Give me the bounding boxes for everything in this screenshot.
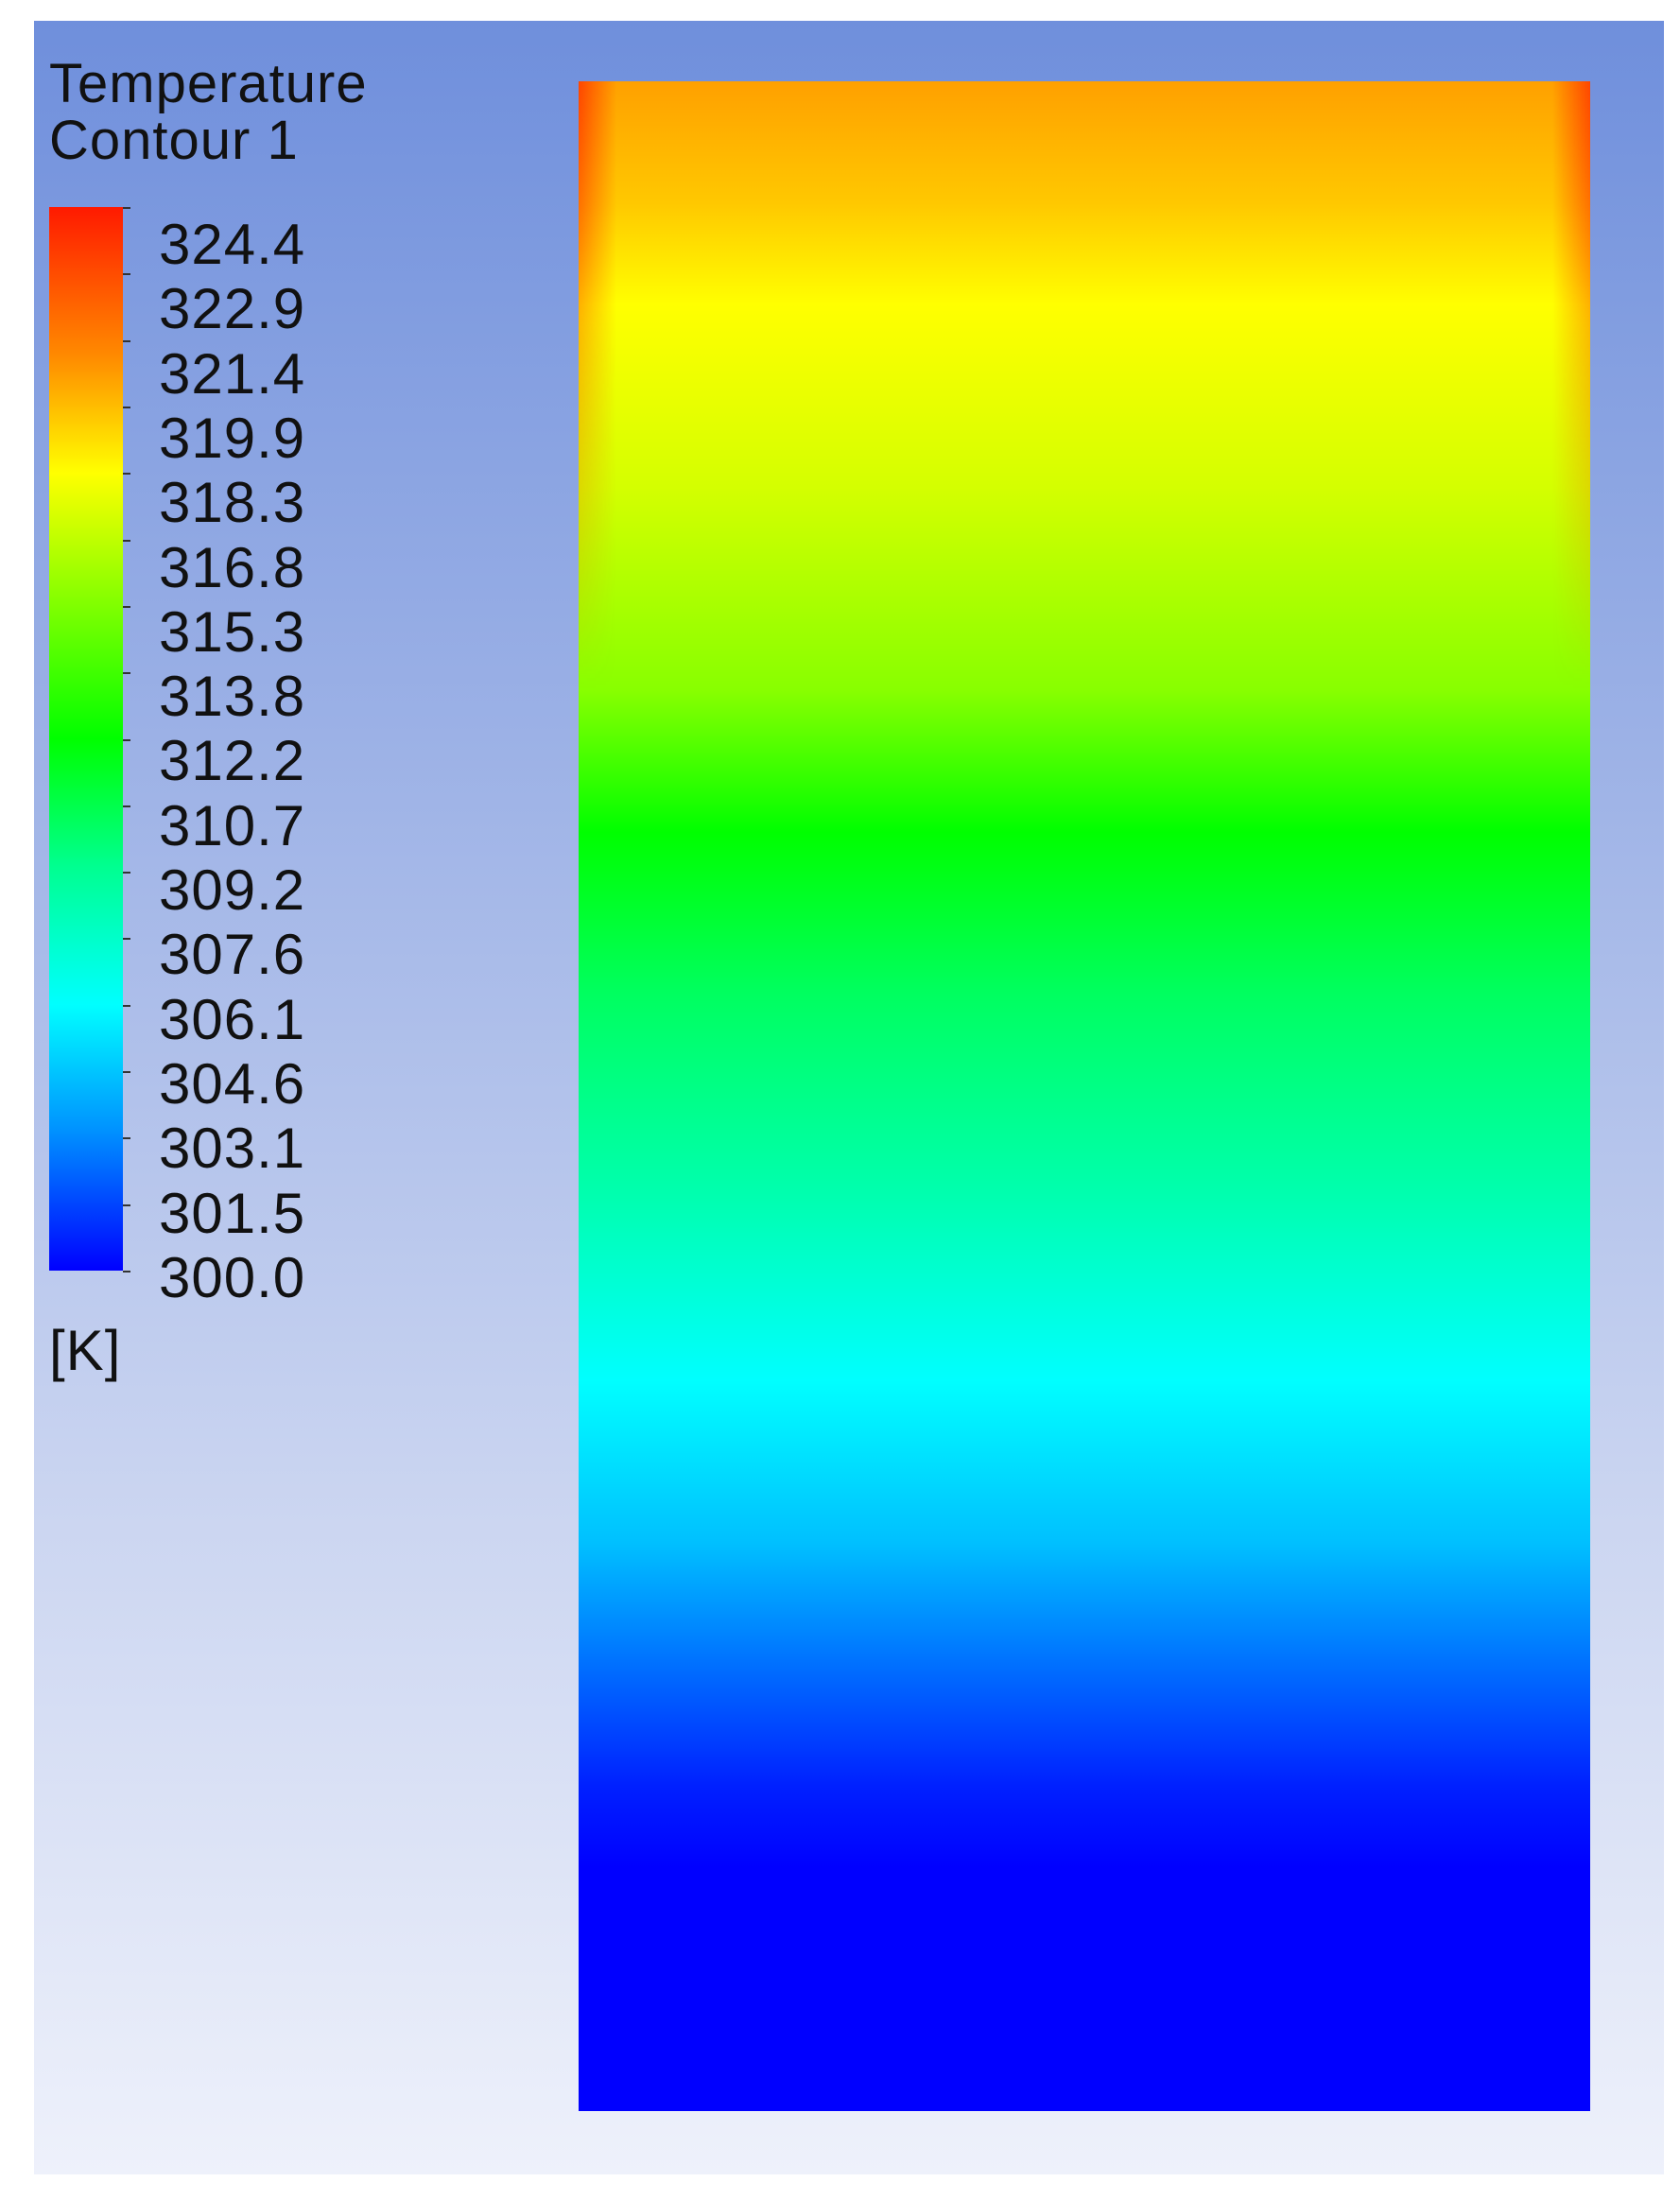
- colorbar-tick-mark: [123, 339, 130, 342]
- colorbar-tick-label: 303.1: [159, 1117, 306, 1181]
- colorbar-tick-mark: [123, 273, 130, 276]
- left-wall-hot-region: [579, 81, 616, 2111]
- colorbar-tick-mark: [123, 672, 130, 675]
- colorbar-tick-label: 321.4: [159, 341, 306, 406]
- colorbar-tick-mark: [123, 1203, 130, 1206]
- colorbar-tick-label: 310.7: [159, 793, 306, 857]
- colorbar-tick-label: 324.4: [159, 213, 306, 276]
- legend-subtitle: Contour 1: [49, 110, 299, 171]
- colorbar-tick-mark: [123, 406, 130, 408]
- right-wall-hot-region: [1552, 81, 1590, 2111]
- colorbar-tick-mark: [123, 473, 130, 476]
- colorbar-tick-label: 301.5: [159, 1181, 306, 1245]
- colorbar-tick-mark: [123, 207, 130, 209]
- colorbar-tick-label: 304.6: [159, 1051, 306, 1116]
- colorbar-tick-label: 316.8: [159, 535, 306, 599]
- colorbar-tick-label: 315.3: [159, 599, 306, 664]
- colorbar-tick-label: 306.1: [159, 987, 306, 1051]
- colorbar-tick-mark: [123, 1071, 130, 1074]
- colorbar-tick-mark: [123, 1271, 130, 1273]
- colorbar-tick-mark: [123, 738, 130, 741]
- colorbar-tick-label: 307.6: [159, 923, 306, 987]
- colorbar-tick-label: 318.3: [159, 471, 306, 535]
- colorbar: [49, 207, 123, 1271]
- colorbar-tick-label: 313.8: [159, 665, 306, 729]
- colorbar-tick-label: 309.2: [159, 858, 306, 922]
- colorbar-tick-mark: [123, 872, 130, 874]
- colorbar-tick-mark: [123, 1004, 130, 1007]
- colorbar-tick-label: 312.2: [159, 729, 306, 793]
- colorbar-tick-mark: [123, 805, 130, 807]
- colorbar-tick-mark: [123, 938, 130, 941]
- colorbar-tick-mark: [123, 605, 130, 608]
- colorbar-tick-label: 322.9: [159, 277, 306, 341]
- colorbar-tick-mark: [123, 539, 130, 542]
- legend-units: [K]: [49, 1319, 122, 1382]
- colorbar-tick-mark: [123, 1137, 130, 1140]
- legend-title: Temperature: [49, 53, 368, 114]
- colorbar-tick-label: 300.0: [159, 1245, 306, 1309]
- temperature-contour-plot: [579, 81, 1590, 2111]
- colorbar-tick-label: 319.9: [159, 406, 306, 470]
